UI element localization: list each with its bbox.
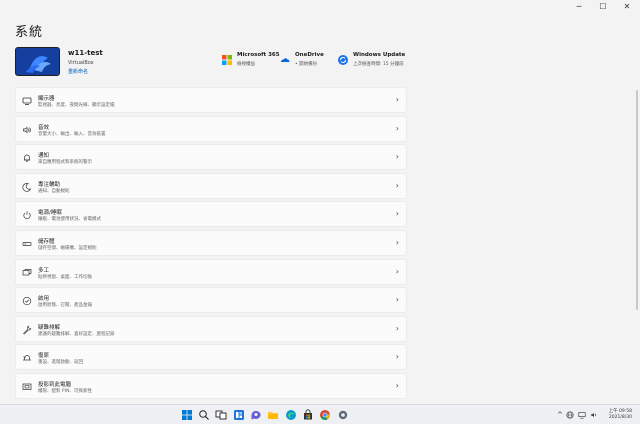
chevron-right-icon: ›	[395, 209, 399, 219]
device-name: w11-test	[68, 49, 103, 57]
focus-assist-icon	[22, 182, 32, 192]
settings-row-storage[interactable]: 儲存體 儲存空間、磁碟機、設定規則 ›	[15, 229, 407, 256]
minimize-button[interactable]: ─	[568, 1, 590, 12]
activation-icon	[22, 297, 32, 306]
chevron-right-icon: ›	[395, 237, 399, 247]
onedrive-icon	[281, 58, 290, 62]
chevron-right-icon: ›	[395, 380, 399, 390]
settings-row-focus-assist[interactable]: 專注輔助 通知、自動規則 ›	[15, 172, 407, 199]
search-icon[interactable]	[198, 409, 210, 421]
projecting-icon	[22, 383, 32, 390]
title-bar: ─ ☐ ✕	[0, 0, 640, 14]
storage-icon	[22, 242, 32, 246]
clock-date[interactable]: 2021/8/30	[609, 415, 632, 420]
microsoft-365-icon	[222, 55, 232, 65]
row-subtitle: 重設、進階啟動、返回	[38, 360, 83, 366]
device-header: w11-test VirtualBox 重新命名 Microsoft 365 檢…	[15, 44, 407, 80]
chevron-right-icon: ›	[395, 95, 399, 104]
service-title: Microsoft 365	[237, 52, 280, 58]
service-title: Windows Update	[353, 52, 406, 58]
service-subtitle: 檢視權益	[237, 62, 255, 67]
device-model: VirtualBox	[68, 60, 94, 66]
power-icon	[23, 211, 31, 220]
row-title: 音效	[38, 124, 50, 131]
volume-icon[interactable]	[590, 411, 598, 419]
row-subtitle: 權限、配對 PIN、可探索性	[38, 388, 92, 394]
settings-list: 顯示器 監視器、亮度、夜間光線、顯示設定檔 › 音效 音量大小、輸出、輸入、音效…	[15, 87, 407, 402]
row-title: 電源/睡眠	[38, 210, 62, 217]
service-title: OneDrive	[295, 52, 324, 58]
row-subtitle: 啟用狀態、訂閱、產品金鑰	[38, 303, 92, 309]
settings-row-notifications[interactable]: 通知 來自應用程式和系統的警示 ›	[15, 144, 407, 171]
settings-row-troubleshoot[interactable]: 疑難排解 建議的疑難排解、喜好設定、歷程記錄 ›	[15, 315, 407, 342]
maximize-button[interactable]: ☐	[592, 1, 614, 12]
row-title: 儲存體	[38, 238, 55, 245]
row-title: 投影到此電腦	[38, 381, 72, 388]
settings-row-display[interactable]: 顯示器 監視器、亮度、夜間光線、顯示設定檔 ›	[15, 87, 407, 113]
chevron-right-icon: ›	[395, 152, 399, 162]
windows-start-icon[interactable]	[181, 409, 193, 421]
row-subtitle: 音量大小、輸出、輸入、音效裝置	[38, 131, 106, 137]
row-title: 多工	[38, 267, 50, 274]
settings-row-recovery[interactable]: 復原 重設、進階啟動、返回 ›	[15, 344, 407, 371]
chevron-right-icon: ›	[395, 323, 399, 333]
network-status-icon[interactable]	[578, 411, 586, 419]
row-subtitle: 通知、自動規則	[38, 188, 70, 194]
settings-row-activation[interactable]: 啟用 啟用狀態、訂閱、產品金鑰 ›	[15, 287, 407, 314]
row-subtitle: 貼齊視窗、桌面、工作切換	[38, 274, 92, 280]
row-subtitle: 睡眠、電池使用狀況、省電模式	[38, 217, 101, 223]
settings-row-multitasking[interactable]: 多工 貼齊視窗、桌面、工作切換 ›	[15, 258, 407, 285]
row-subtitle: 來自應用程式和系統的警示	[38, 160, 92, 166]
recovery-icon	[23, 355, 31, 361]
windows-update-icon	[338, 55, 348, 65]
chevron-right-icon: ›	[395, 352, 399, 362]
notifications-icon	[23, 154, 31, 163]
service-subtitle: • 開始備份	[295, 62, 318, 67]
page-title: 系統	[15, 25, 44, 40]
chevron-right-icon: ›	[395, 295, 399, 305]
settings-row-projecting[interactable]: 投影到此電腦 權限、配對 PIN、可探索性 ›	[15, 372, 407, 399]
display-icon	[22, 97, 32, 105]
row-subtitle: 建議的疑難排解、喜好設定、歷程記錄	[38, 331, 115, 337]
service-subtitle: 上次檢查時間: 15 分鐘前	[353, 62, 404, 67]
close-button[interactable]: ✕	[616, 1, 638, 12]
task-view-icon[interactable]	[215, 409, 227, 421]
chevron-right-icon: ›	[395, 266, 399, 276]
chrome-icon[interactable]	[319, 409, 331, 421]
file-explorer-icon[interactable]	[267, 409, 279, 421]
row-subtitle: 儲存空間、磁碟機、設定規則	[38, 245, 97, 251]
chat-icon[interactable]	[250, 409, 262, 421]
row-title: 顯示器	[38, 96, 55, 102]
taskbar: ^ 上午 09:58 2021/8/30	[0, 404, 640, 424]
row-title: 疑難排解	[38, 324, 61, 331]
clock-time[interactable]: 上午 09:58	[609, 408, 632, 414]
row-title: 啟用	[38, 296, 50, 303]
row-title: 復原	[38, 353, 50, 360]
network-icon[interactable]	[566, 411, 574, 419]
widgets-icon[interactable]	[233, 409, 245, 421]
multitasking-icon	[22, 268, 32, 275]
chevron-right-icon: ›	[395, 180, 399, 190]
scrollbar[interactable]	[636, 90, 638, 310]
row-subtitle: 監視器、亮度、夜間光線、顯示設定檔	[38, 103, 115, 108]
chevron-right-icon: ›	[395, 123, 399, 133]
troubleshoot-icon	[23, 325, 32, 335]
row-title: 專注輔助	[38, 181, 61, 188]
store-icon[interactable]	[302, 409, 314, 421]
device-wallpaper-thumbnail	[15, 47, 60, 76]
tray-overflow-chevron[interactable]: ^	[557, 411, 563, 419]
settings-row-power[interactable]: 電源/睡眠 睡眠、電池使用狀況、省電模式 ›	[15, 201, 407, 228]
settings-row-sound[interactable]: 音效 音量大小、輸出、輸入、音效裝置 ›	[15, 115, 407, 142]
rename-link[interactable]: 重新命名	[68, 68, 88, 75]
sound-icon	[23, 126, 31, 133]
edge-icon[interactable]	[285, 409, 297, 421]
row-title: 通知	[38, 153, 50, 160]
settings-icon[interactable]	[337, 409, 349, 421]
